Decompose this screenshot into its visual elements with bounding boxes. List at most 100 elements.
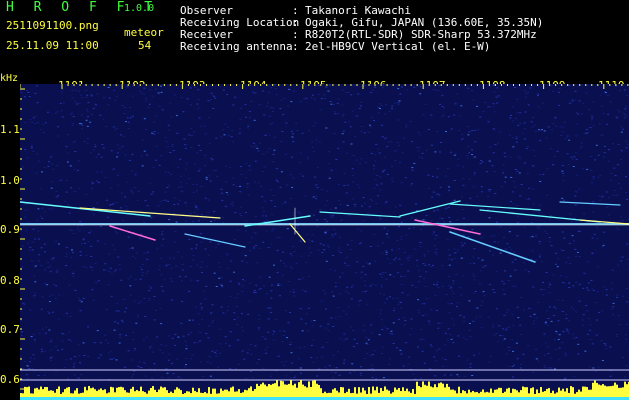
noise-pixel — [494, 144, 497, 146]
noise-pixel — [160, 91, 163, 93]
noise-pixel — [369, 355, 372, 357]
noise-pixel — [70, 229, 73, 231]
noise-pixel — [508, 365, 511, 367]
noise-pixel — [334, 286, 337, 288]
noise-pixel — [479, 232, 482, 234]
noise-pixel — [236, 317, 239, 319]
noise-pixel — [390, 141, 393, 143]
noise-pixel — [448, 186, 451, 188]
noise-pixel — [25, 374, 28, 376]
noise-pixel — [152, 351, 154, 353]
noise-pixel — [184, 147, 187, 149]
noise-pixel — [495, 96, 498, 98]
noise-pixel — [420, 228, 423, 230]
noise-pixel — [547, 353, 550, 355]
noise-pixel — [479, 163, 482, 164]
noise-pixel — [385, 202, 388, 204]
noise-pixel — [209, 362, 212, 364]
noise-pixel — [599, 95, 602, 97]
noise-pixel — [554, 116, 557, 118]
noise-pixel — [154, 115, 157, 117]
noise-pixel — [49, 357, 52, 359]
noise-pixel — [55, 165, 58, 166]
noise-pixel — [71, 90, 74, 92]
noise-pixel — [131, 247, 134, 249]
noise-pixel — [131, 170, 134, 172]
noise-pixel — [151, 377, 154, 379]
noise-pixel — [391, 108, 393, 110]
noise-pixel — [453, 180, 456, 181]
noise-pixel — [555, 349, 558, 350]
y-tick-label: 1.1 — [0, 123, 20, 136]
noise-pixel — [21, 266, 23, 268]
noise-pixel — [68, 212, 71, 213]
noise-pixel — [305, 323, 307, 325]
noise-pixel — [262, 211, 265, 212]
noise-pixel — [363, 85, 366, 86]
noise-pixel — [523, 162, 526, 164]
noise-pixel — [571, 158, 574, 160]
noise-pixel — [475, 307, 478, 308]
noise-pixel — [397, 88, 400, 90]
noise-pixel — [247, 194, 250, 196]
noise-pixel — [199, 233, 202, 235]
noise-pixel — [557, 320, 560, 322]
noise-pixel — [553, 156, 556, 157]
noise-pixel — [104, 176, 107, 178]
noise-pixel — [99, 354, 102, 356]
noise-pixel — [538, 256, 541, 258]
noise-pixel — [468, 152, 471, 154]
noise-pixel — [363, 329, 366, 331]
noise-pixel — [444, 359, 447, 361]
noise-pixel — [540, 289, 543, 291]
noise-pixel — [332, 377, 334, 379]
noise-pixel — [290, 130, 293, 132]
noise-pixel — [219, 328, 222, 330]
noise-pixel — [275, 168, 278, 170]
noise-pixel — [149, 89, 152, 91]
noise-pixel — [89, 266, 92, 268]
noise-pixel — [454, 257, 457, 259]
noise-pixel — [343, 173, 346, 175]
noise-pixel — [239, 118, 242, 120]
noise-pixel — [233, 271, 236, 273]
noise-pixel — [360, 101, 363, 103]
noise-pixel — [261, 90, 264, 92]
noise-pixel — [378, 334, 381, 336]
noise-pixel — [490, 235, 493, 237]
noise-pixel — [243, 358, 246, 360]
noise-pixel — [124, 311, 126, 313]
noise-pixel — [118, 342, 121, 344]
noise-pixel — [262, 153, 265, 155]
noise-pixel — [489, 146, 492, 148]
noise-pixel — [39, 188, 42, 190]
noise-pixel — [315, 184, 318, 186]
noise-pixel — [625, 140, 628, 142]
noise-pixel — [117, 322, 120, 324]
noise-pixel — [556, 150, 559, 152]
noise-pixel — [340, 220, 342, 222]
noise-pixel — [480, 327, 483, 329]
noise-pixel — [373, 187, 376, 189]
noise-pixel — [315, 357, 318, 359]
noise-pixel — [285, 360, 288, 362]
y-tick-label: 0.7 — [0, 323, 20, 336]
y-tick-label: 0.8 — [0, 274, 20, 287]
noise-pixel — [104, 263, 107, 265]
noise-pixel — [212, 320, 214, 322]
noise-pixel — [289, 312, 291, 313]
noise-pixel — [578, 300, 581, 302]
noise-pixel — [263, 285, 265, 287]
noise-pixel — [445, 207, 448, 209]
noise-pixel — [86, 125, 89, 127]
noise-pixel — [185, 183, 188, 185]
noise-pixel — [350, 286, 353, 288]
noise-pixel — [389, 274, 392, 276]
noise-pixel — [232, 104, 235, 106]
noise-pixel — [79, 299, 82, 301]
noise-pixel — [430, 346, 433, 347]
noise-pixel — [398, 258, 401, 260]
noise-pixel — [511, 314, 514, 316]
noise-pixel — [49, 341, 52, 343]
noise-pixel — [553, 306, 556, 308]
